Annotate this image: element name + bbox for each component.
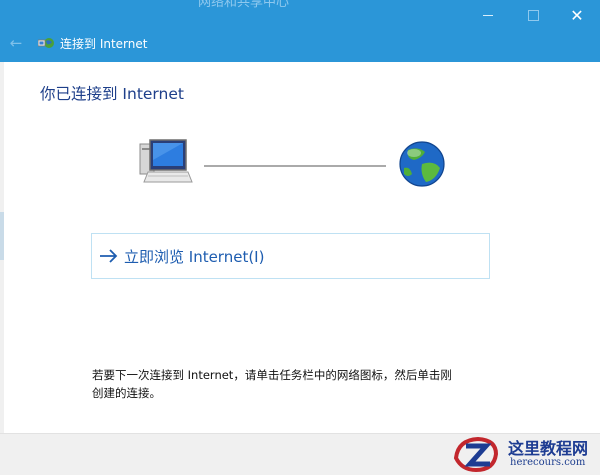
- right-arrow-icon: [100, 249, 118, 263]
- close-icon: ✕: [570, 5, 584, 25]
- site-watermark: 这里教程网 herecours.com: [452, 432, 600, 475]
- page-heading: 你已连接到 Internet: [40, 85, 184, 103]
- instruction-text: 若要下一次连接到 Internet，请单击任务栏中的网络图标，然后单击刚创建的连…: [92, 368, 452, 400]
- computer-icon: [139, 139, 193, 183]
- globe-icon: [399, 141, 445, 187]
- browse-internet-button[interactable]: 立即浏览 Internet(I): [91, 233, 490, 279]
- minimize-button[interactable]: [465, 0, 511, 30]
- watermark-logo-icon: [453, 436, 499, 473]
- watermark-title: 这里教程网: [508, 439, 589, 458]
- window-title-partial: 网络和共享中心: [198, 0, 290, 10]
- browse-internet-label: 立即浏览 Internet(I): [124, 247, 265, 266]
- wizard-title: 连接到 Internet: [60, 37, 148, 51]
- left-window-edge: [0, 62, 4, 475]
- connect-to-internet-window: 网络和共享中心 ✕ ← 连接到 Internet 你已连接到 Internet: [0, 0, 600, 475]
- connection-graphic: [139, 139, 445, 187]
- watermark-subtitle: herecours.com: [510, 457, 586, 468]
- close-button[interactable]: ✕: [554, 0, 600, 30]
- maximize-button[interactable]: [510, 0, 556, 30]
- network-wizard-icon: [38, 38, 54, 48]
- title-bar: 网络和共享中心 ✕ ← 连接到 Internet: [0, 0, 600, 62]
- back-arrow-icon[interactable]: ←: [6, 34, 26, 52]
